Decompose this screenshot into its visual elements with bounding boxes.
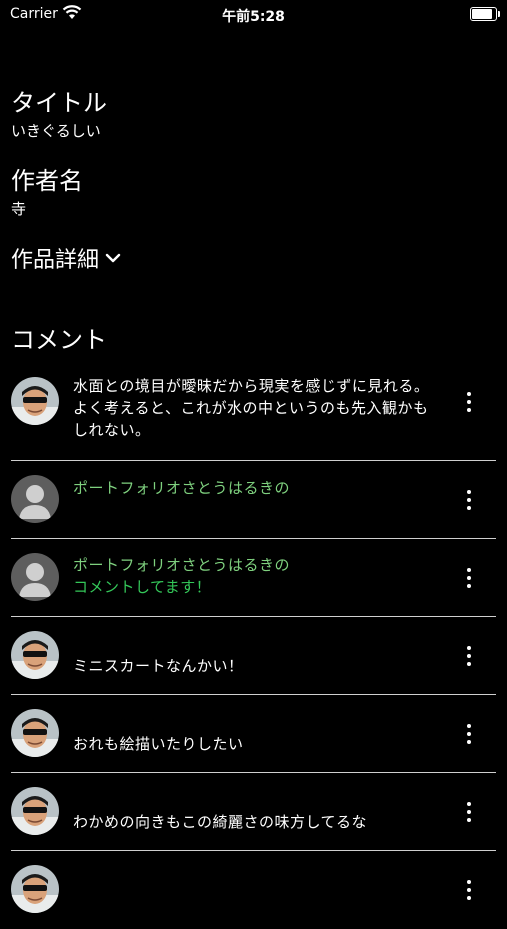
avatar[interactable] bbox=[11, 631, 59, 679]
more-options-icon[interactable] bbox=[463, 391, 475, 413]
comment-item: ポートフォリオさとうはるきの コメントしてます！ bbox=[0, 539, 507, 617]
comment-item: ポートフォリオさとうはるきの bbox=[0, 461, 507, 539]
title-value: いきぐるしい bbox=[11, 122, 101, 140]
person-photo-icon bbox=[11, 631, 59, 679]
person-photo-icon bbox=[11, 377, 59, 425]
author-label: 作者名 bbox=[11, 167, 83, 195]
person-photo-icon bbox=[11, 787, 59, 835]
avatar[interactable] bbox=[11, 553, 59, 601]
comment-text: ミニスカートなんかい！ bbox=[73, 657, 244, 675]
default-person-icon bbox=[11, 475, 59, 523]
comment-text: 水面との境目が曖昧だから現実を感じずに見れる。よく考えると、これが水の中というの… bbox=[73, 377, 430, 439]
clock: 午前5:28 bbox=[222, 9, 285, 25]
more-options-icon[interactable] bbox=[463, 801, 475, 823]
comment-text-line: ポートフォリオさとうはるきの bbox=[73, 556, 291, 574]
comment-item: ミニスカートなんかい！ bbox=[0, 617, 507, 695]
more-options-icon[interactable] bbox=[463, 489, 475, 511]
comment-highlight: コメントしてます！ bbox=[73, 578, 212, 596]
avatar[interactable] bbox=[11, 865, 59, 913]
battery-icon bbox=[470, 7, 500, 21]
comment-text: おれも絵描いたりしたい bbox=[73, 735, 244, 753]
comments-heading: コメント bbox=[11, 326, 107, 354]
person-photo-icon bbox=[11, 865, 59, 913]
author-value: 寺 bbox=[11, 200, 27, 218]
avatar[interactable] bbox=[11, 709, 59, 757]
more-options-icon[interactable] bbox=[463, 567, 475, 589]
more-options-icon[interactable] bbox=[463, 723, 475, 745]
default-person-icon bbox=[11, 553, 59, 601]
status-bar: Carrier 午前5:28 bbox=[0, 0, 507, 30]
person-photo-icon bbox=[11, 709, 59, 757]
comment-item: 水面との境目が曖昧だから現実を感じずに見れる。よく考えると、これが水の中というの… bbox=[0, 361, 507, 461]
title-label: タイトル bbox=[11, 89, 107, 117]
more-options-icon[interactable] bbox=[463, 879, 475, 901]
comment-text: ポートフォリオさとうはるきの コメントしてます！ bbox=[73, 554, 443, 598]
comment-text: ポートフォリオさとうはるきの bbox=[73, 479, 291, 497]
comment-item: わかめの向きもこの綺麗さの味方してるな bbox=[0, 773, 507, 851]
avatar[interactable] bbox=[11, 787, 59, 835]
avatar[interactable] bbox=[11, 377, 59, 425]
avatar[interactable] bbox=[11, 475, 59, 523]
comment-item bbox=[0, 851, 507, 929]
details-label: 作品詳細 bbox=[11, 248, 100, 273]
comment-list: 水面との境目が曖昧だから現実を感じずに見れる。よく考えると、これが水の中というの… bbox=[0, 361, 507, 929]
comment-text: わかめの向きもこの綺麗さの味方してるな bbox=[73, 813, 368, 831]
chevron-down-icon bbox=[105, 253, 121, 263]
more-options-icon[interactable] bbox=[463, 645, 475, 667]
comment-item: おれも絵描いたりしたい bbox=[0, 695, 507, 773]
details-toggle[interactable]: 作品詳細 bbox=[11, 242, 121, 274]
